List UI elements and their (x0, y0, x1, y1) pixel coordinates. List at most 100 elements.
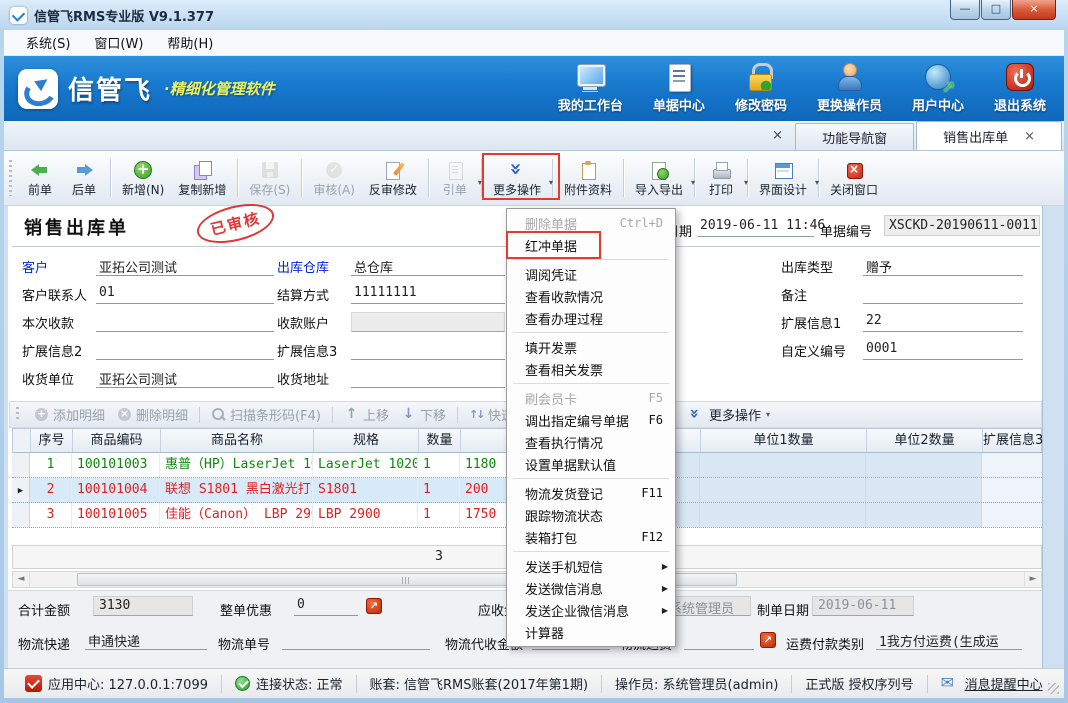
toolbar-button[interactable]: 更多操作 ▾ (486, 156, 548, 200)
banner-button-icon (923, 62, 953, 92)
table-column-header[interactable]: 规格 (314, 429, 419, 452)
tab-close-icon[interactable]: × (1024, 129, 1035, 144)
menu-item[interactable]: 发送手机短信 ▶ (507, 555, 675, 577)
menu-item[interactable]: 发送微信消息 ▶ (507, 577, 675, 599)
toolbar-button[interactable]: 引单 ▾ (433, 156, 477, 200)
detail-more-actions-button[interactable]: 更多操作 ▾ (688, 402, 770, 427)
menu-item[interactable]: 查看办理过程 (507, 307, 675, 329)
toolbar-button[interactable]: 关闭窗口 (823, 156, 885, 200)
field-input[interactable]: 01 (96, 284, 274, 304)
table-column-header[interactable]: 商品名称 (161, 429, 314, 452)
menu-item[interactable]: 装箱打包 F12 (507, 526, 675, 548)
field-input[interactable]: 亚拓公司测试 (96, 368, 274, 388)
toolbar-button[interactable]: 复制新增 (171, 156, 233, 200)
detail-toolbar-button-icon (469, 407, 484, 422)
discount-field[interactable]: 0 (294, 596, 358, 616)
banner-button[interactable]: 单据中心 (653, 62, 705, 114)
menu-item[interactable]: 物流发货登记 F11 (507, 482, 675, 504)
discount-quick-edit-button[interactable] (366, 598, 382, 614)
toolbar-button[interactable]: 后单 (62, 156, 106, 200)
minimize-button[interactable]: — (950, 0, 980, 20)
dropdown-arrow-icon[interactable]: ▾ (815, 178, 819, 187)
banner-button[interactable]: 退出系统 (994, 62, 1046, 114)
toolbar-button[interactable]: 界面设计 ▾ (752, 156, 814, 200)
scroll-right-arrow-icon[interactable]: ► (1024, 572, 1041, 587)
scroll-left-arrow-icon[interactable]: ◄ (13, 572, 30, 587)
field-input[interactable] (96, 340, 274, 360)
menu-bar-item[interactable]: 帮助(H) (155, 30, 225, 55)
tab-bar: × 功能导航窗 销售出库单 × (4, 121, 1064, 151)
dropdown-arrow-icon[interactable]: ▾ (744, 178, 748, 187)
table-column-header[interactable]: 序号 (31, 429, 73, 452)
banner-button[interactable]: 修改密码 (735, 62, 787, 114)
toolbar-button[interactable]: 打印 ▾ (699, 156, 743, 200)
field-input[interactable]: 11111111 (351, 284, 505, 304)
doc-no-label: 单据编号 (820, 221, 872, 240)
field-input[interactable]: 总仓库 (351, 256, 505, 276)
freight-quick-edit-button[interactable] (760, 632, 776, 648)
menu-item[interactable]: 调出指定编号单据 F6 (507, 409, 675, 431)
detail-toolbar-button[interactable]: 上移 (344, 405, 389, 424)
tab[interactable]: 销售出库单 × (916, 121, 1062, 150)
menu-item[interactable]: 刷会员卡 F5 (507, 387, 675, 409)
close-all-tabs-icon[interactable]: × (772, 128, 783, 143)
banner-button[interactable]: 我的工作台 (558, 62, 623, 114)
menu-item[interactable]: 跟踪物流状态 (507, 504, 675, 526)
banner-button-label: 修改密码 (735, 95, 787, 114)
menu-item[interactable]: 查看收款情况 (507, 285, 675, 307)
toolbar-button[interactable]: 前单 (18, 156, 62, 200)
banner: 信管飞 ·精细化管理软件 我的工作台 单据中心 修改密码 (4, 56, 1064, 121)
field-input[interactable] (96, 312, 274, 332)
dropdown-arrow-icon[interactable]: ▾ (691, 178, 695, 187)
field-input[interactable]: 0001 (863, 340, 1023, 360)
dropdown-arrow-icon[interactable]: ▾ (766, 410, 770, 419)
tracking-no-field[interactable] (282, 630, 430, 650)
table-column-header[interactable]: 扩展信息3 (983, 429, 1043, 452)
detail-toolbar-button[interactable]: 删除明细 (117, 405, 188, 424)
field-input[interactable] (351, 340, 505, 360)
toolbar-button[interactable]: 审核(A) (306, 156, 362, 200)
menu-item[interactable]: 查看相关发票 (507, 358, 675, 380)
field-input[interactable] (863, 284, 1023, 304)
menu-item[interactable]: 设置单据默认值 (507, 453, 675, 475)
banner-button[interactable]: 用户中心 (912, 62, 964, 114)
menu-bar-item[interactable]: 窗口(W) (82, 30, 155, 55)
field-input[interactable] (351, 312, 505, 332)
toolbar-button[interactable]: 反审修改 (362, 156, 424, 200)
table-column-header[interactable]: 商品编码 (73, 429, 161, 452)
express-field[interactable]: 申通快递 (85, 630, 207, 650)
close-window-button[interactable]: × (1012, 0, 1056, 20)
toolbar-button-label: 反审修改 (369, 181, 417, 198)
freight-field[interactable] (684, 630, 754, 650)
banner-button[interactable]: 更换操作员 (817, 62, 882, 114)
menu-item[interactable]: 查看执行情况 (507, 431, 675, 453)
maximize-button[interactable]: □ (981, 0, 1011, 20)
menu-item[interactable]: 计算器 (507, 621, 675, 643)
toolbar-button[interactable]: 保存(S) (242, 156, 297, 200)
table-column-header[interactable]: 单位2数量 (867, 429, 983, 452)
banner-button-label: 退出系统 (994, 95, 1046, 114)
toolbar-button[interactable]: 导入导出 ▾ (628, 156, 690, 200)
tab[interactable]: 功能导航窗 (795, 123, 914, 150)
table-column-header[interactable]: 单位1数量 (701, 429, 867, 452)
date-field[interactable]: 2019-06-11 11:46 (698, 217, 814, 237)
toolbar-button[interactable]: 附件资料 (557, 156, 619, 200)
detail-toolbar-button[interactable]: 下移 (401, 405, 446, 424)
menu-bar-item[interactable]: 系统(S) (14, 30, 82, 55)
field-input[interactable]: 赠予 (863, 256, 1023, 276)
detail-toolbar-button[interactable]: 扫描条形码(F4) (211, 405, 321, 424)
menu-item[interactable]: 调阅凭证 (507, 263, 675, 285)
table-column-header[interactable]: 数量 (419, 429, 461, 452)
menu-item[interactable]: 红冲单据 (507, 234, 675, 256)
cell-no: 2 (30, 478, 72, 502)
field-input[interactable] (351, 368, 505, 388)
menu-item-shortcut: Ctrl+D (620, 216, 663, 230)
status-segment: 消息提醒中心 (928, 675, 1056, 693)
toolbar-button[interactable]: 新增(N) (115, 156, 171, 200)
field-input[interactable]: 22 (863, 312, 1023, 332)
freight-type-field[interactable]: 1我方付运费(生成运 (876, 630, 1022, 650)
menu-item[interactable]: 填开发票 (507, 336, 675, 358)
field-input[interactable]: 亚拓公司测试 (96, 256, 274, 276)
menu-item[interactable]: 发送企业微信消息 ▶ (507, 599, 675, 621)
detail-toolbar-button[interactable]: 添加明细 (34, 405, 105, 424)
